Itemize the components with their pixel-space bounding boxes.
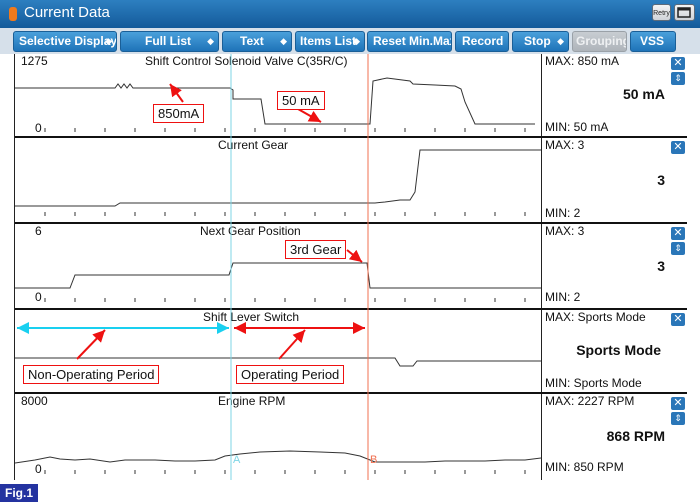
grouping-button[interactable]: Grouping: [572, 31, 627, 52]
scroll-icon: ⇕: [674, 243, 682, 253]
graph-title: Current Gear: [218, 138, 289, 152]
value-box-current-gear: MAX: 3 3 MIN: 2: [543, 138, 667, 222]
graph-title: Shift Lever Switch: [203, 310, 300, 324]
callout-850ma: 850mA: [153, 104, 205, 123]
current-value: 868 RPM: [606, 428, 665, 444]
graph-min-scale: 0: [35, 462, 42, 476]
figure-label: Fig.1: [0, 484, 38, 502]
window-title: Current Data: [24, 4, 110, 21]
callout-3rd-gear: 3rd Gear: [285, 240, 347, 259]
remove-graph-button[interactable]: ✕: [671, 397, 685, 410]
value-column-divider: [541, 54, 542, 480]
current-value: 3: [657, 172, 665, 188]
graph-min-scale: 0: [35, 290, 42, 304]
min-value: MIN: 850 RPM: [545, 460, 624, 474]
graph-panel-current-gear: Current Gear: [15, 138, 541, 222]
scale-button[interactable]: ⇕: [671, 412, 685, 425]
graph-min-scale: 0: [35, 121, 42, 135]
full-list-button[interactable]: Full List ◆: [120, 31, 219, 52]
items-list-label: Items List: [300, 34, 357, 48]
dropdown-arrow-icon: ◆: [557, 36, 564, 46]
dropdown-arrow-icon: ◆: [280, 36, 287, 46]
close-icon: ✕: [673, 227, 683, 239]
max-value: MAX: 3: [545, 138, 585, 152]
text-label: Text: [240, 34, 264, 48]
reset-minmax-label: Reset Min.Max: [373, 34, 452, 48]
stop-button[interactable]: Stop ◆: [512, 31, 569, 52]
full-list-label: Full List: [145, 34, 191, 48]
record-label: Record: [462, 34, 504, 48]
scroll-icon: ⇕: [674, 73, 682, 83]
selective-display-button[interactable]: Selective Display ◆: [13, 31, 117, 52]
min-value: MIN: Sports Mode: [545, 376, 642, 390]
items-list-button[interactable]: Items List ◆: [295, 31, 365, 52]
vss-label: VSS: [640, 34, 665, 48]
graph-title: Shift Control Solenoid Valve C(35R/C): [145, 54, 348, 68]
current-value: 3: [657, 258, 665, 274]
close-icon: ✕: [673, 313, 683, 325]
remove-graph-button[interactable]: ✕: [671, 57, 685, 70]
callout-non-operating-period: Non-Operating Period: [23, 365, 160, 384]
remove-graph-button[interactable]: ✕: [671, 227, 685, 240]
value-box-engine-rpm: MAX: 2227 RPM 868 RPM MIN: 850 RPM: [543, 394, 667, 480]
graph-max-scale: 1275: [21, 54, 48, 68]
record-button[interactable]: Record: [455, 31, 509, 52]
vss-button[interactable]: VSS: [630, 31, 676, 52]
stop-label: Stop: [524, 34, 551, 48]
scale-button[interactable]: ⇕: [671, 72, 685, 85]
min-value: MIN: 50 mA: [545, 120, 609, 134]
min-value: MIN: 2: [545, 206, 581, 220]
close-icon: ✕: [673, 141, 683, 153]
close-icon: ✕: [673, 57, 683, 69]
dropdown-arrow-icon: ◆: [353, 36, 360, 46]
graph-title: Next Gear Position: [200, 224, 301, 238]
current-value: 50 mA: [622, 86, 665, 102]
window-icon: [677, 7, 691, 18]
toolbar: Selective Display ◆ Full List ◆ Text ◆ Item…: [0, 28, 700, 54]
current-value: Sports Mode: [576, 342, 661, 358]
dropdown-arrow-icon: ◆: [105, 36, 112, 46]
value-box-shift-lever: MAX: Sports Mode Sports Mode MIN: Sports…: [543, 310, 667, 392]
remove-graph-button[interactable]: ✕: [671, 141, 685, 154]
max-value: MAX: Sports Mode: [545, 310, 646, 324]
value-box-next-gear: MAX: 3 3 MIN: 2: [543, 224, 667, 308]
scroll-icon: ⇕: [674, 413, 682, 423]
graph-panel-engine-rpm: Engine RPM 8000 0: [15, 394, 541, 480]
min-value: MIN: 2: [545, 290, 581, 304]
retry-button[interactable]: Retry: [652, 4, 671, 21]
text-button[interactable]: Text ◆: [222, 31, 292, 52]
graph-max-scale: 6: [35, 224, 42, 238]
callout-operating-period: Operating Period: [236, 365, 345, 384]
max-value: MAX: 850 mA: [545, 54, 620, 68]
remove-graph-button[interactable]: ✕: [671, 313, 685, 326]
graph-area: Shift Control Solenoid Valve C(35R/C) 12…: [14, 54, 687, 480]
max-value: MAX: 3: [545, 224, 585, 238]
value-box-solenoid: MAX: 850 mA 50 mA MIN: 50 mA: [543, 54, 667, 136]
window-toggle-button[interactable]: [674, 4, 695, 21]
app-icon: [9, 7, 17, 21]
close-icon: ✕: [673, 397, 683, 409]
graph-title: Engine RPM: [218, 394, 286, 408]
graph-panel-next-gear: Next Gear Position 6 0: [15, 224, 541, 308]
cursor-b-label: B: [370, 454, 378, 466]
grouping-label: Grouping: [576, 34, 627, 48]
selective-display-label: Selective Display: [19, 34, 117, 48]
graph-max-scale: 8000: [21, 394, 48, 408]
dropdown-arrow-icon: ◆: [207, 36, 214, 46]
callout-50ma: 50 mA: [277, 91, 325, 110]
cursor-a-label: A: [233, 454, 241, 466]
title-bar: Current Data Retry: [0, 0, 700, 28]
reset-minmax-button[interactable]: Reset Min.Max: [367, 31, 452, 52]
retry-label: Retry: [653, 10, 670, 17]
max-value: MAX: 2227 RPM: [545, 394, 635, 408]
scale-button[interactable]: ⇕: [671, 242, 685, 255]
